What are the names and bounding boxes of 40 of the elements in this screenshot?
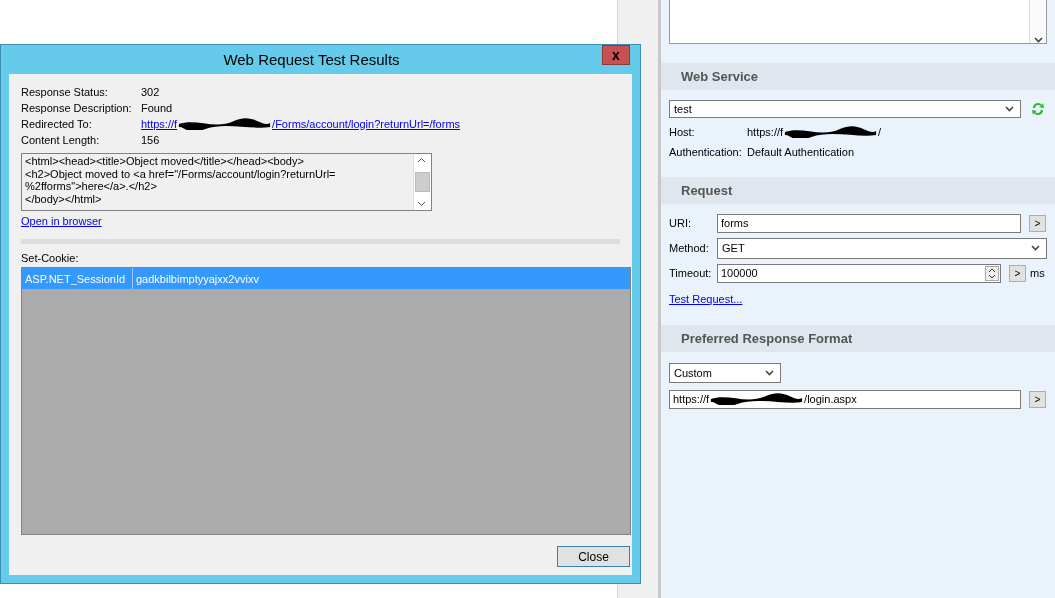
scrollbar[interactable] — [1029, 0, 1046, 43]
format-dropdown[interactable]: Custom — [669, 363, 781, 383]
method-dropdown[interactable]: GET — [717, 237, 1047, 259]
redirect-link[interactable]: https://f /Forms/account/login?returnUrl=/forms — [141, 118, 461, 130]
section-header: Preferred Response Format — [661, 325, 1055, 352]
field-label: Content Length: — [21, 134, 101, 146]
description-field[interactable] — [669, 0, 1047, 44]
host-value: https://f / — [747, 126, 882, 138]
go-button[interactable]: > — [1009, 264, 1026, 282]
field-value: 302 — [141, 86, 160, 98]
field-value: 156 — [141, 134, 160, 146]
field-label: Timeout: — [669, 267, 713, 279]
unit-label: ms — [1030, 267, 1045, 279]
response-body-field[interactable]: <html><head><title>Object moved</title></head><body> <h2>Object moved to <a href="/Forms/account/login?returnUrl= %2fforms">here</a>.</h2> </body></html> — [21, 153, 432, 211]
close-button[interactable]: Close — [557, 546, 630, 567]
go-button[interactable]: > — [1029, 214, 1046, 232]
url-field[interactable]: https://f /login.aspx — [669, 389, 1021, 409]
field-label: Response Description: — [21, 102, 133, 114]
auth-value: Default Authentication — [747, 146, 855, 158]
service-dropdown[interactable]: test — [669, 100, 1021, 118]
field-label: Host: — [669, 126, 696, 138]
set-cookie-label: Set-Cookie: — [21, 252, 80, 264]
scrollbar[interactable] — [413, 154, 431, 210]
section-header: Request — [661, 177, 1055, 204]
field-label: Method: — [669, 242, 710, 254]
field-value: Found — [141, 102, 173, 114]
field-label: Redirected To: — [21, 118, 93, 130]
test-request-link[interactable]: Test Request... — [669, 293, 743, 305]
close-button[interactable]: x — [602, 45, 630, 65]
section-header: Web Service — [661, 63, 1055, 90]
refresh-icon[interactable] — [1031, 101, 1045, 117]
uri-field[interactable]: forms — [717, 213, 1021, 233]
field-label: Response Status: — [21, 86, 109, 98]
timeout-field[interactable]: 100000 — [717, 263, 1001, 283]
open-in-browser-link[interactable]: Open in browser — [21, 215, 102, 227]
spinner-icon[interactable] — [985, 265, 999, 281]
field-label: URI: — [669, 217, 692, 229]
field-label: Authentication: — [669, 146, 743, 158]
window-title: Web Request Test Results — [222, 51, 401, 68]
go-button[interactable]: > — [1029, 390, 1046, 408]
